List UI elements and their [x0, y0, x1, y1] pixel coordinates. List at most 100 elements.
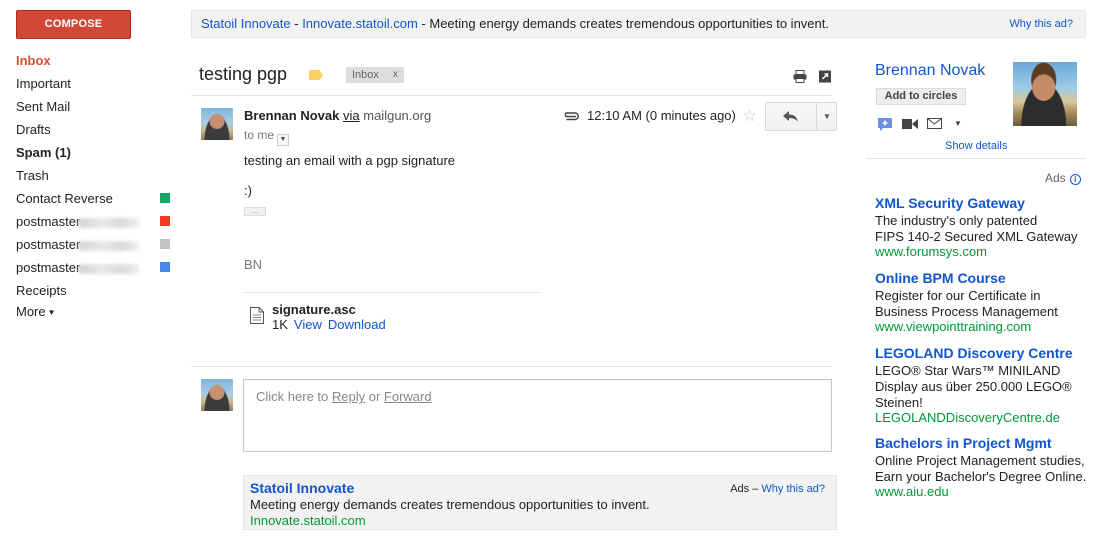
side-ad-line: Earn your Bachelor's Degree Online.: [875, 469, 1087, 484]
sidebar-item-spam[interactable]: Spam (1): [0, 141, 180, 164]
conversation-subject: testing pgp: [199, 64, 288, 84]
message-signature: BN: [244, 257, 263, 272]
my-avatar: [201, 379, 233, 411]
side-ad-title-link[interactable]: Bachelors in Project Mgmt: [875, 435, 1090, 452]
reply-link[interactable]: Reply: [332, 389, 365, 404]
more-contact-actions-icon[interactable]: ▼: [954, 119, 962, 128]
remove-label-button[interactable]: x: [393, 67, 398, 83]
sidebar-item-postmaster-3[interactable]: postmaster: [0, 256, 180, 279]
paperclip-icon: [564, 112, 579, 121]
caret-down-icon: ▼: [47, 308, 56, 317]
side-ad-title-link[interactable]: Online BPM Course: [875, 270, 1090, 287]
attachment-view-link[interactable]: View: [294, 317, 322, 332]
side-ad-line: FIPS 140-2 Secured XML Gateway: [875, 229, 1078, 244]
sidebar-item-sent-mail[interactable]: Sent Mail: [0, 95, 180, 118]
importance-marker-icon[interactable]: [309, 70, 323, 80]
top-ad-text: - Meeting energy demands creates tremend…: [417, 16, 829, 31]
sidebar-item-contact-reverse[interactable]: Contact Reverse: [0, 187, 180, 210]
message-body-line: :): [244, 183, 252, 198]
label-chip-text: Inbox: [352, 69, 379, 81]
side-ad: Online BPM Course Register for our Certi…: [875, 270, 1090, 334]
side-ad-url-link[interactable]: LEGOLANDDiscoveryCentre.de: [875, 410, 1090, 425]
why-this-ad-link[interactable]: Why this ad?: [761, 483, 825, 495]
sidebar-item-inbox[interactable]: Inbox: [0, 49, 180, 72]
reply-icon: [783, 111, 798, 122]
side-ad: LEGOLAND Discovery Centre LEGO® Star War…: [875, 345, 1090, 425]
bottom-ad: Statoil Innovate Meeting energy demands …: [243, 475, 837, 530]
quick-reply-box[interactable]: Click here to Reply or Forward: [243, 379, 832, 452]
ads-label: Ads: [730, 483, 750, 495]
side-ad-url-link[interactable]: www.forumsys.com: [875, 244, 1090, 259]
show-trimmed-content-button[interactable]: ...: [244, 207, 266, 216]
sender-avatar[interactable]: [201, 108, 233, 140]
chevron-down-icon: ▼: [823, 112, 831, 121]
sidebar-item-label: Spam (1): [16, 145, 71, 160]
via-domain: mailgun.org: [363, 108, 432, 123]
label-color-swatch[interactable]: [160, 216, 170, 226]
ads-dash: –: [749, 483, 762, 495]
label-color-swatch[interactable]: [160, 239, 170, 249]
new-window-icon[interactable]: [818, 70, 832, 83]
label-color-swatch[interactable]: [160, 193, 170, 203]
attachment-meta: 1K View Download: [272, 317, 386, 332]
message-time: 12:10 AM (0 minutes ago): [587, 108, 736, 123]
sender-name[interactable]: Brennan Novak: [244, 108, 339, 123]
sidebar-item-postmaster-2[interactable]: postmaster: [0, 233, 180, 256]
sidebar-item-label: Drafts: [16, 122, 51, 137]
reply-prompt-text: Click here to: [256, 389, 332, 404]
show-details-link[interactable]: Show details: [945, 140, 1007, 152]
side-ad: Bachelors in Project Mgmt Online Project…: [875, 435, 1090, 499]
chat-icon[interactable]: [878, 118, 892, 131]
ads-label: Ads: [1045, 171, 1066, 185]
recipient-text: to me: [244, 128, 275, 142]
redacted-text: [78, 240, 141, 251]
star-icon[interactable]: ☆: [742, 106, 757, 126]
sidebar-nav: Inbox Important Sent Mail Drafts Spam (1…: [0, 49, 180, 321]
side-ad-title-link[interactable]: LEGOLAND Discovery Centre: [875, 345, 1090, 362]
add-to-circles-button[interactable]: Add to circles: [876, 88, 966, 105]
ads-header: Ads i: [1045, 171, 1081, 185]
contact-photo[interactable]: [1013, 62, 1077, 126]
sidebar-item-label: Inbox: [16, 53, 51, 68]
sidebar-item-trash[interactable]: Trash: [0, 164, 180, 187]
via-link[interactable]: via: [343, 108, 360, 123]
sidebar-item-label: Trash: [16, 168, 49, 183]
sender-line: Brennan Novak via mailgun.org: [244, 108, 431, 123]
sidebar-item-important[interactable]: Important: [0, 72, 180, 95]
bottom-ad-label: Ads – Why this ad?: [730, 483, 825, 495]
side-ad-line: Steinen!: [875, 395, 923, 410]
sidebar-item-receipts[interactable]: Receipts: [0, 279, 180, 302]
divider: [191, 95, 832, 96]
document-icon: [250, 307, 264, 324]
label-chip-inbox[interactable]: Inbox x: [346, 67, 404, 83]
show-details-dropdown[interactable]: ▼: [277, 134, 290, 146]
print-icon[interactable]: [793, 70, 807, 83]
why-this-ad-link[interactable]: Why this ad?: [1009, 11, 1073, 37]
bottom-ad-url-link[interactable]: Innovate.statoil.com: [250, 513, 830, 528]
side-ad-title-link[interactable]: XML Security Gateway: [875, 195, 1090, 212]
sidebar-item-label: postmaster: [16, 260, 81, 275]
top-ad-url-link[interactable]: Innovate.statoil.com: [302, 16, 418, 31]
reply-button[interactable]: [766, 103, 816, 130]
side-ad-url-link[interactable]: www.aiu.edu: [875, 484, 1090, 499]
sidebar-item-postmaster-1[interactable]: postmaster: [0, 210, 180, 233]
side-ad-url-link[interactable]: www.viewpointtraining.com: [875, 319, 1090, 334]
sidebar-item-label: Important: [16, 76, 71, 91]
side-ad-line: Register for our Certificate in: [875, 288, 1041, 303]
sidebar-item-label: Sent Mail: [16, 99, 71, 114]
sidebar-item-drafts[interactable]: Drafts: [0, 118, 180, 141]
sidebar-item-label: Receipts: [16, 283, 67, 298]
forward-link[interactable]: Forward: [384, 389, 432, 404]
sidebar-item-more[interactable]: More ▼: [0, 302, 180, 321]
contact-name-link[interactable]: Brennan Novak: [875, 62, 985, 80]
mail-icon[interactable]: [927, 118, 942, 129]
redacted-text: [78, 263, 141, 274]
label-color-swatch[interactable]: [160, 262, 170, 272]
top-ad-title-link[interactable]: Statoil Innovate: [201, 16, 291, 31]
more-actions-dropdown[interactable]: ▼: [817, 103, 837, 130]
compose-button[interactable]: COMPOSE: [16, 10, 131, 39]
video-icon[interactable]: [902, 118, 918, 130]
attachment-download-link[interactable]: Download: [328, 317, 386, 332]
info-icon[interactable]: i: [1069, 174, 1081, 185]
side-ad-line: Online Project Management studies,: [875, 453, 1085, 468]
